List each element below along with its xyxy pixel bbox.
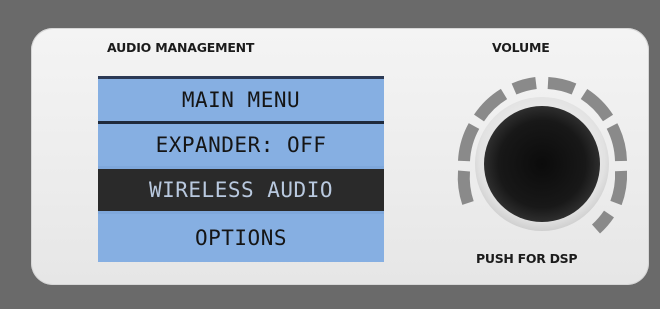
lcd-menu-display: MAIN MENU EXPANDER: OFF WIRELESS AUDIO O… <box>98 76 384 262</box>
push-for-dsp-label: PUSH FOR DSP <box>476 251 578 266</box>
volume-knob-icon <box>457 77 628 234</box>
volume-knob[interactable] <box>456 76 628 248</box>
menu-item-expander[interactable]: EXPANDER: OFF <box>98 124 384 166</box>
volume-title: VOLUME <box>492 40 550 55</box>
menu-item-wireless-audio[interactable]: WIRELESS AUDIO <box>98 169 384 211</box>
audio-management-title: AUDIO MANAGEMENT <box>107 40 255 55</box>
menu-item-options[interactable]: OPTIONS <box>98 214 384 262</box>
menu-item-main-menu[interactable]: MAIN MENU <box>98 79 384 121</box>
